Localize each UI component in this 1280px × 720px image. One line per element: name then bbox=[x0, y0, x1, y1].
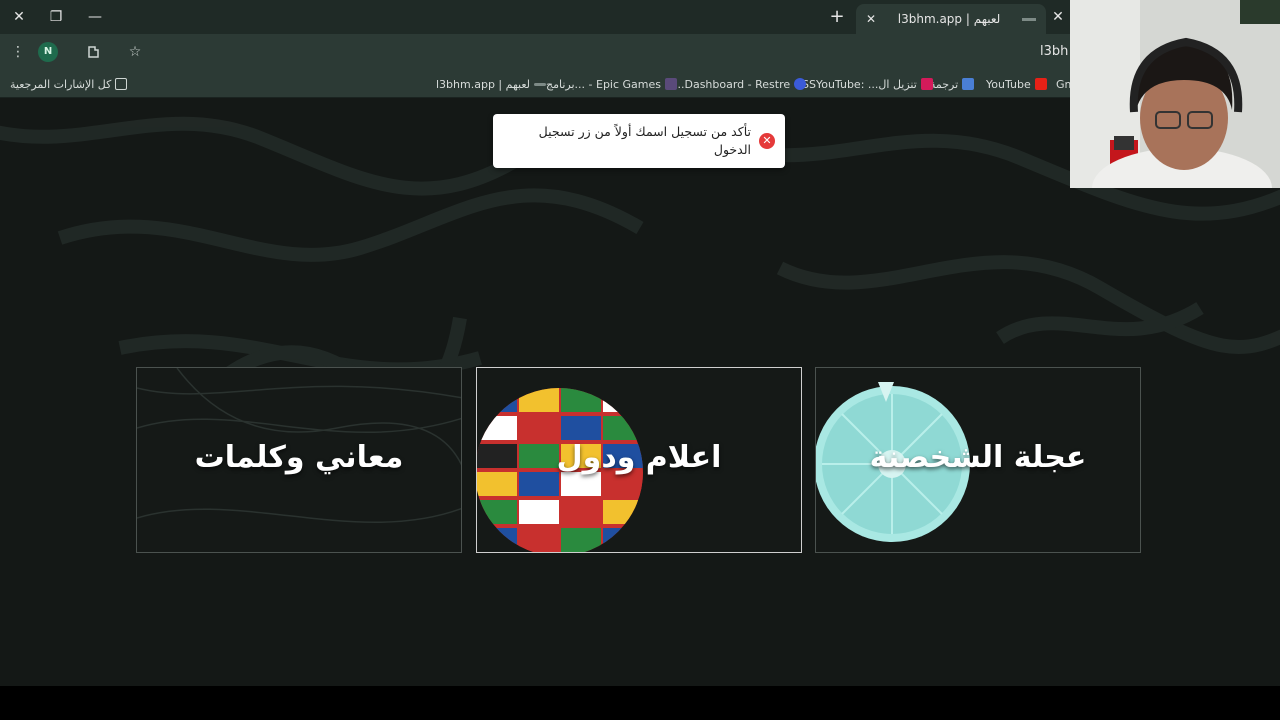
bookmark-all[interactable]: كل الإشارات المرجعية bbox=[10, 76, 131, 92]
tab-favicon-icon bbox=[1022, 17, 1036, 21]
game-title: عجلة الشخصنة bbox=[869, 440, 1087, 475]
game-title: معاني وكلمات bbox=[194, 440, 404, 475]
bookmark-youtube[interactable]: YouTube bbox=[986, 76, 1051, 92]
bookmark-restream[interactable]: ...Dashboard - Restre bbox=[674, 76, 810, 92]
game-card-flags[interactable]: اعلام ودول bbox=[476, 367, 802, 553]
error-toast: تأكد من تسجيل اسمك أولاً من زر تسجيل الد… bbox=[493, 114, 785, 168]
webcam-overlay bbox=[1070, 0, 1280, 188]
l3bhm-icon bbox=[534, 82, 547, 86]
error-icon: ✕ bbox=[759, 133, 775, 149]
game-card-words[interactable]: معاني وكلمات bbox=[136, 367, 462, 553]
toast-message: تأكد من تسجيل اسمك أولاً من زر تسجيل الد… bbox=[538, 124, 751, 157]
bookmark-star-icon[interactable]: ☆ bbox=[123, 40, 147, 64]
ssyoutube-icon bbox=[920, 78, 933, 90]
folder-icon bbox=[115, 78, 128, 90]
game-title: اعلام ودول bbox=[556, 440, 722, 475]
new-tab-button[interactable]: + bbox=[826, 6, 848, 28]
bookmark-translate[interactable]: ترجمة bbox=[930, 76, 978, 92]
extensions-icon[interactable] bbox=[82, 40, 106, 64]
bookmark-l3bhm[interactable]: l3bhm.app | لعبهم bbox=[436, 76, 550, 92]
bookmark-ssyoutube[interactable]: تنزيل ال... :SSYouTube bbox=[802, 76, 937, 92]
bottom-bar bbox=[0, 686, 1280, 720]
restore-window-icon[interactable]: ❐ bbox=[37, 0, 75, 34]
webcam-person-image bbox=[1070, 0, 1280, 188]
address-bar[interactable]: l3bh bbox=[1040, 44, 1068, 59]
close-window-icon[interactable]: ✕ bbox=[0, 0, 38, 34]
active-tab[interactable]: ✕ l3bhm.app | لعبهم bbox=[856, 4, 1046, 34]
restream-icon bbox=[794, 78, 807, 90]
minimize-window-icon[interactable]: — bbox=[76, 0, 114, 34]
youtube-icon bbox=[1034, 78, 1047, 90]
tab-title: l3bhm.app | لعبهم bbox=[897, 12, 1001, 26]
tab-close-icon[interactable]: ✕ bbox=[866, 12, 876, 26]
profile-avatar[interactable]: N bbox=[38, 42, 58, 62]
game-card-wheel[interactable]: عجلة الشخصنة bbox=[815, 367, 1141, 553]
menu-dots-icon[interactable]: ⋮ bbox=[6, 40, 30, 64]
tab-close-icon-2[interactable]: ✕ bbox=[1046, 0, 1070, 34]
epic-games-icon bbox=[665, 78, 678, 90]
translate-icon bbox=[962, 78, 975, 90]
bookmark-epic[interactable]: برنامج... - Epic Games bbox=[546, 76, 681, 92]
screen: ✕ ❐ — + ✕ l3bhm.app | لعبهم ✕ ⋮ N ☆ l3bh… bbox=[0, 0, 1280, 720]
